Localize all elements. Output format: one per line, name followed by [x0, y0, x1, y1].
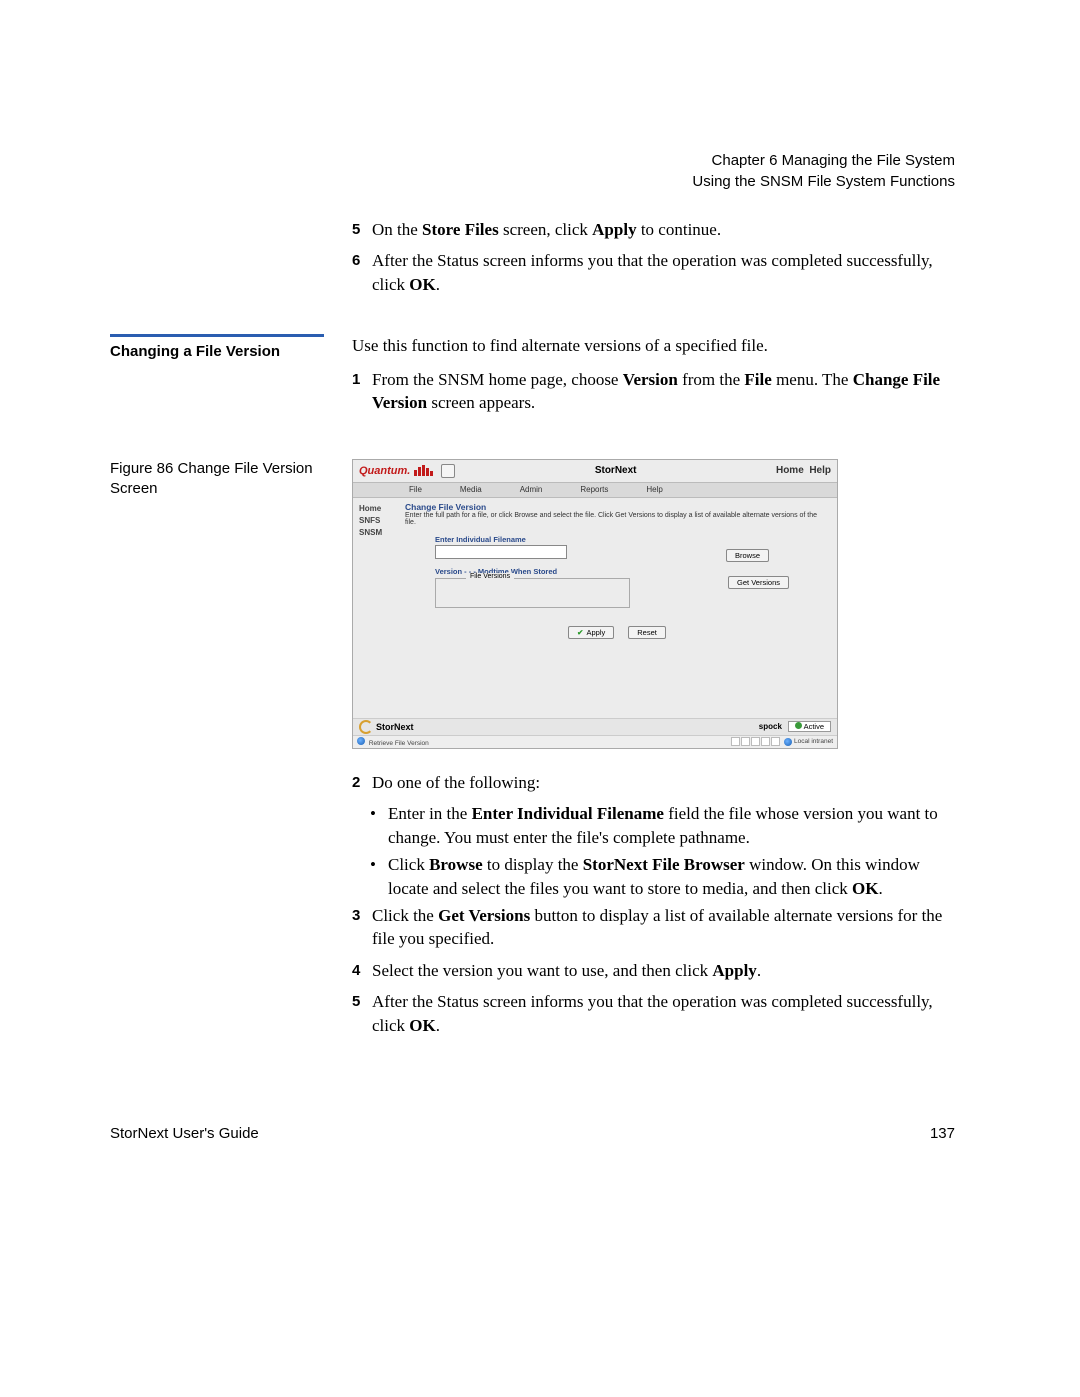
step-num: 2 [352, 771, 372, 794]
bullet-2: • Click Browse to display the StorNext F… [370, 853, 960, 900]
menu-help[interactable]: Help [646, 485, 662, 494]
step-num: 6 [352, 249, 372, 296]
step-num: 4 [352, 959, 372, 982]
app-title: StorNext [455, 465, 776, 476]
ie-icon [357, 737, 365, 745]
stornext-label: StorNext [376, 722, 414, 732]
step-1: 1 From the SNSM home page, choose Versio… [352, 368, 960, 415]
step-num: 5 [352, 990, 372, 1037]
menu-reports[interactable]: Reports [580, 485, 608, 494]
section-intro: Use this function to find alternate vers… [352, 334, 960, 357]
step-6-top: 6 After the Status screen informs you th… [352, 249, 960, 296]
panel-title: Change File Version [405, 502, 829, 512]
figure-caption: Figure 86 Change File Version Screen [110, 459, 324, 500]
bullet-1: • Enter in the Enter Individual Filename… [370, 802, 960, 849]
tool-icon [441, 464, 455, 478]
app-header: Quantum. StorNext Home Help [353, 460, 837, 482]
filename-label: Enter Individual Filename [435, 535, 829, 544]
home-link[interactable]: Home [776, 465, 804, 476]
fieldset-legend: File Versions [466, 573, 514, 580]
page-footer: StorNext User's Guide 137 [110, 1125, 955, 1142]
side-snsm[interactable]: SNSM [359, 528, 401, 537]
menu-media[interactable]: Media [460, 485, 482, 494]
page-number: 137 [930, 1125, 955, 1142]
side-home[interactable]: Home [359, 504, 401, 513]
apply-button[interactable]: ✔ Apply [568, 626, 614, 639]
check-icon: ✔ [577, 628, 583, 637]
brand-graphic-icon [414, 465, 433, 476]
zone-icon [784, 738, 792, 746]
status-dot-icon [795, 722, 802, 729]
menu-file[interactable]: File [409, 485, 422, 494]
step-3: 3 Click the Get Versions button to displ… [352, 904, 960, 951]
chapter-header: Chapter 6 Managing the File System Using… [692, 150, 955, 192]
get-versions-button[interactable]: Get Versions [728, 576, 789, 589]
hostname: spock [759, 722, 782, 731]
step-5-bottom: 5 After the Status screen informs you th… [352, 990, 960, 1037]
step-4: 4 Select the version you want to use, an… [352, 959, 960, 982]
step-num: 5 [352, 218, 372, 241]
browse-button[interactable]: Browse [726, 549, 769, 562]
status-left: Retrieve File Version [369, 740, 429, 747]
app-footer: StorNext spock Active [353, 718, 837, 735]
footer-left: StorNext User's Guide [110, 1125, 259, 1142]
step-5-top: 5 On the Store Files screen, click Apply… [352, 218, 960, 241]
status-right: Local intranet [794, 738, 833, 745]
side-snfs[interactable]: SNFS [359, 516, 401, 525]
help-link[interactable]: Help [809, 465, 831, 476]
sidebar: Home SNFS SNSM [353, 498, 401, 718]
menubar: File Media Admin Reports Help [353, 482, 837, 498]
panel-description: Enter the full path for a file, or click… [405, 512, 829, 527]
browser-statusbar: Retrieve File Version Local intranet [353, 735, 837, 748]
status-text: Active [804, 722, 824, 731]
step-num: 3 [352, 904, 372, 951]
menu-admin[interactable]: Admin [520, 485, 543, 494]
chapter-line1: Chapter 6 Managing the File System [712, 152, 955, 169]
chapter-line2: Using the SNSM File System Functions [692, 173, 955, 190]
file-versions-box[interactable]: File Versions [435, 578, 630, 608]
brand-logo: Quantum. [359, 465, 410, 477]
step-2: 2 Do one of the following: [352, 771, 960, 794]
stornext-icon [359, 720, 373, 734]
screenshot: Quantum. StorNext Home Help File Media A… [352, 459, 838, 749]
filename-input[interactable] [435, 545, 567, 559]
step-num: 1 [352, 368, 372, 415]
section-heading: Changing a File Version [110, 334, 324, 360]
reset-button[interactable]: Reset [628, 626, 666, 639]
